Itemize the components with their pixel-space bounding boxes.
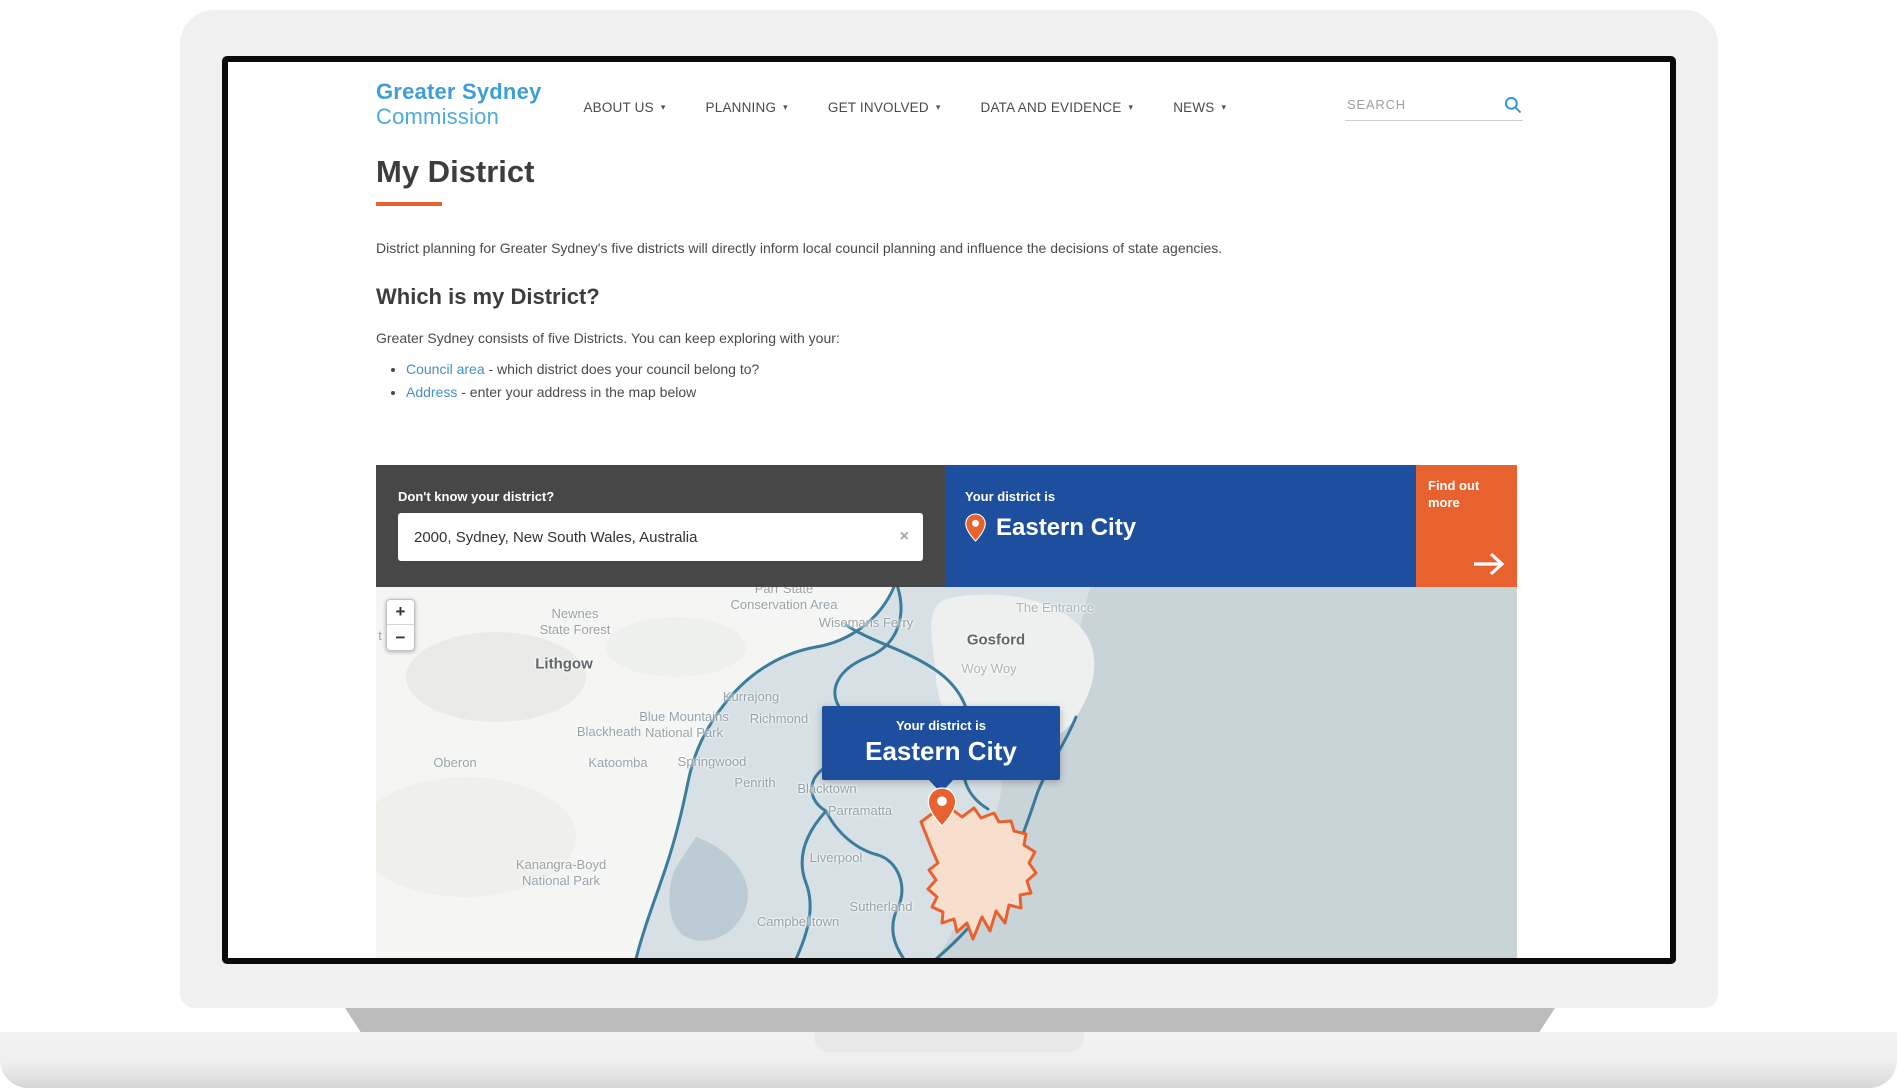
list-item: Council area - which district does your … [406,358,759,381]
nav-item-planning[interactable]: PLANNING ▾ [706,100,788,115]
main-nav: ABOUT US ▾ PLANNING ▾ GET INVOLVED ▾ D [583,100,1226,115]
nav-item-news[interactable]: NEWS ▾ [1173,100,1226,115]
explore-list: Council area - which district does your … [376,358,759,404]
nav-label: NEWS [1173,100,1214,115]
address-link[interactable]: Address [406,384,457,400]
intro-paragraph: District planning for Greater Sydney's f… [376,240,1426,256]
zoom-in-button[interactable]: + [387,600,414,625]
district-result-panel: Your district is Eastern City [945,465,1416,587]
nav-label: GET INVOLVED [828,100,929,115]
site-header: Greater Sydney Commission ABOUT US ▾ PLA… [376,80,1523,129]
address-input[interactable] [412,528,890,547]
location-pin-icon [965,513,986,542]
laptop-base [0,1032,1897,1088]
nav-label: PLANNING [706,100,777,115]
find-out-more-button[interactable]: Find out more [1416,465,1517,587]
site-logo[interactable]: Greater Sydney Commission [376,80,541,129]
address-search-panel: Don't know your district? × [376,465,945,587]
screenshot-canvas: Greater Sydney Commission ABOUT US ▾ PLA… [0,0,1897,1090]
list-item: Address - enter your address in the map … [406,381,759,404]
nav-item-get-involved[interactable]: GET INVOLVED ▾ [828,100,941,115]
map-district-popup: Your district is Eastern City [822,706,1060,780]
nav-label: DATA AND EVIDENCE [981,100,1122,115]
nav-item-data-and-evidence[interactable]: DATA AND EVIDENCE ▾ [981,100,1134,115]
map-pin-icon [927,787,957,827]
list-item-text: - enter your address in the map below [457,384,696,400]
chevron-down-icon: ▾ [783,102,788,113]
chevron-down-icon: ▾ [661,102,666,113]
title-underline [376,202,442,206]
zoom-out-button[interactable]: − [387,625,414,650]
council-area-link[interactable]: Council area [406,361,485,377]
browser-page: Greater Sydney Commission ABOUT US ▾ PLA… [228,62,1670,958]
list-item-text: - which district does your council belon… [485,361,760,377]
district-name: Eastern City [996,514,1136,542]
logo-line-2: Commission [376,105,541,130]
laptop-base-notch [814,1032,1084,1052]
laptop-screen: Greater Sydney Commission ABOUT US ▾ PLA… [180,10,1718,1008]
clear-icon[interactable]: × [890,528,909,546]
result-label: Your district is [965,489,1396,504]
arrow-right-icon [1471,551,1507,577]
popup-district-name: Eastern City [822,736,1060,767]
chevron-down-icon: ▾ [936,102,941,113]
nav-item-about-us[interactable]: ABOUT US ▾ [583,100,665,115]
search-box [1345,95,1523,121]
nav-label: ABOUT US [583,100,653,115]
chevron-down-icon: ▾ [1128,102,1133,113]
address-prompt: Don't know your district? [398,489,923,504]
district-map[interactable]: + − Your district is Eastern City Parr S… [376,587,1517,958]
section-intro: Greater Sydney consists of five District… [376,330,840,346]
laptop-hinge [345,1008,1555,1034]
search-icon[interactable] [1503,95,1523,115]
section-heading: Which is my District? [376,284,600,310]
find-out-more-label: Find out more [1428,478,1507,512]
logo-line-1: Greater Sydney [376,80,541,105]
address-input-wrap: × [398,513,923,561]
map-zoom-control: + − [386,599,415,651]
chevron-down-icon: ▾ [1222,102,1227,113]
popup-label: Your district is [822,718,1060,733]
district-finder-bar: Don't know your district? × Your distric… [376,465,1517,587]
laptop-bezel: Greater Sydney Commission ABOUT US ▾ PLA… [222,56,1676,964]
district-row: Eastern City [965,513,1396,542]
search-input[interactable] [1345,96,1503,113]
page-title: My District [376,154,534,190]
